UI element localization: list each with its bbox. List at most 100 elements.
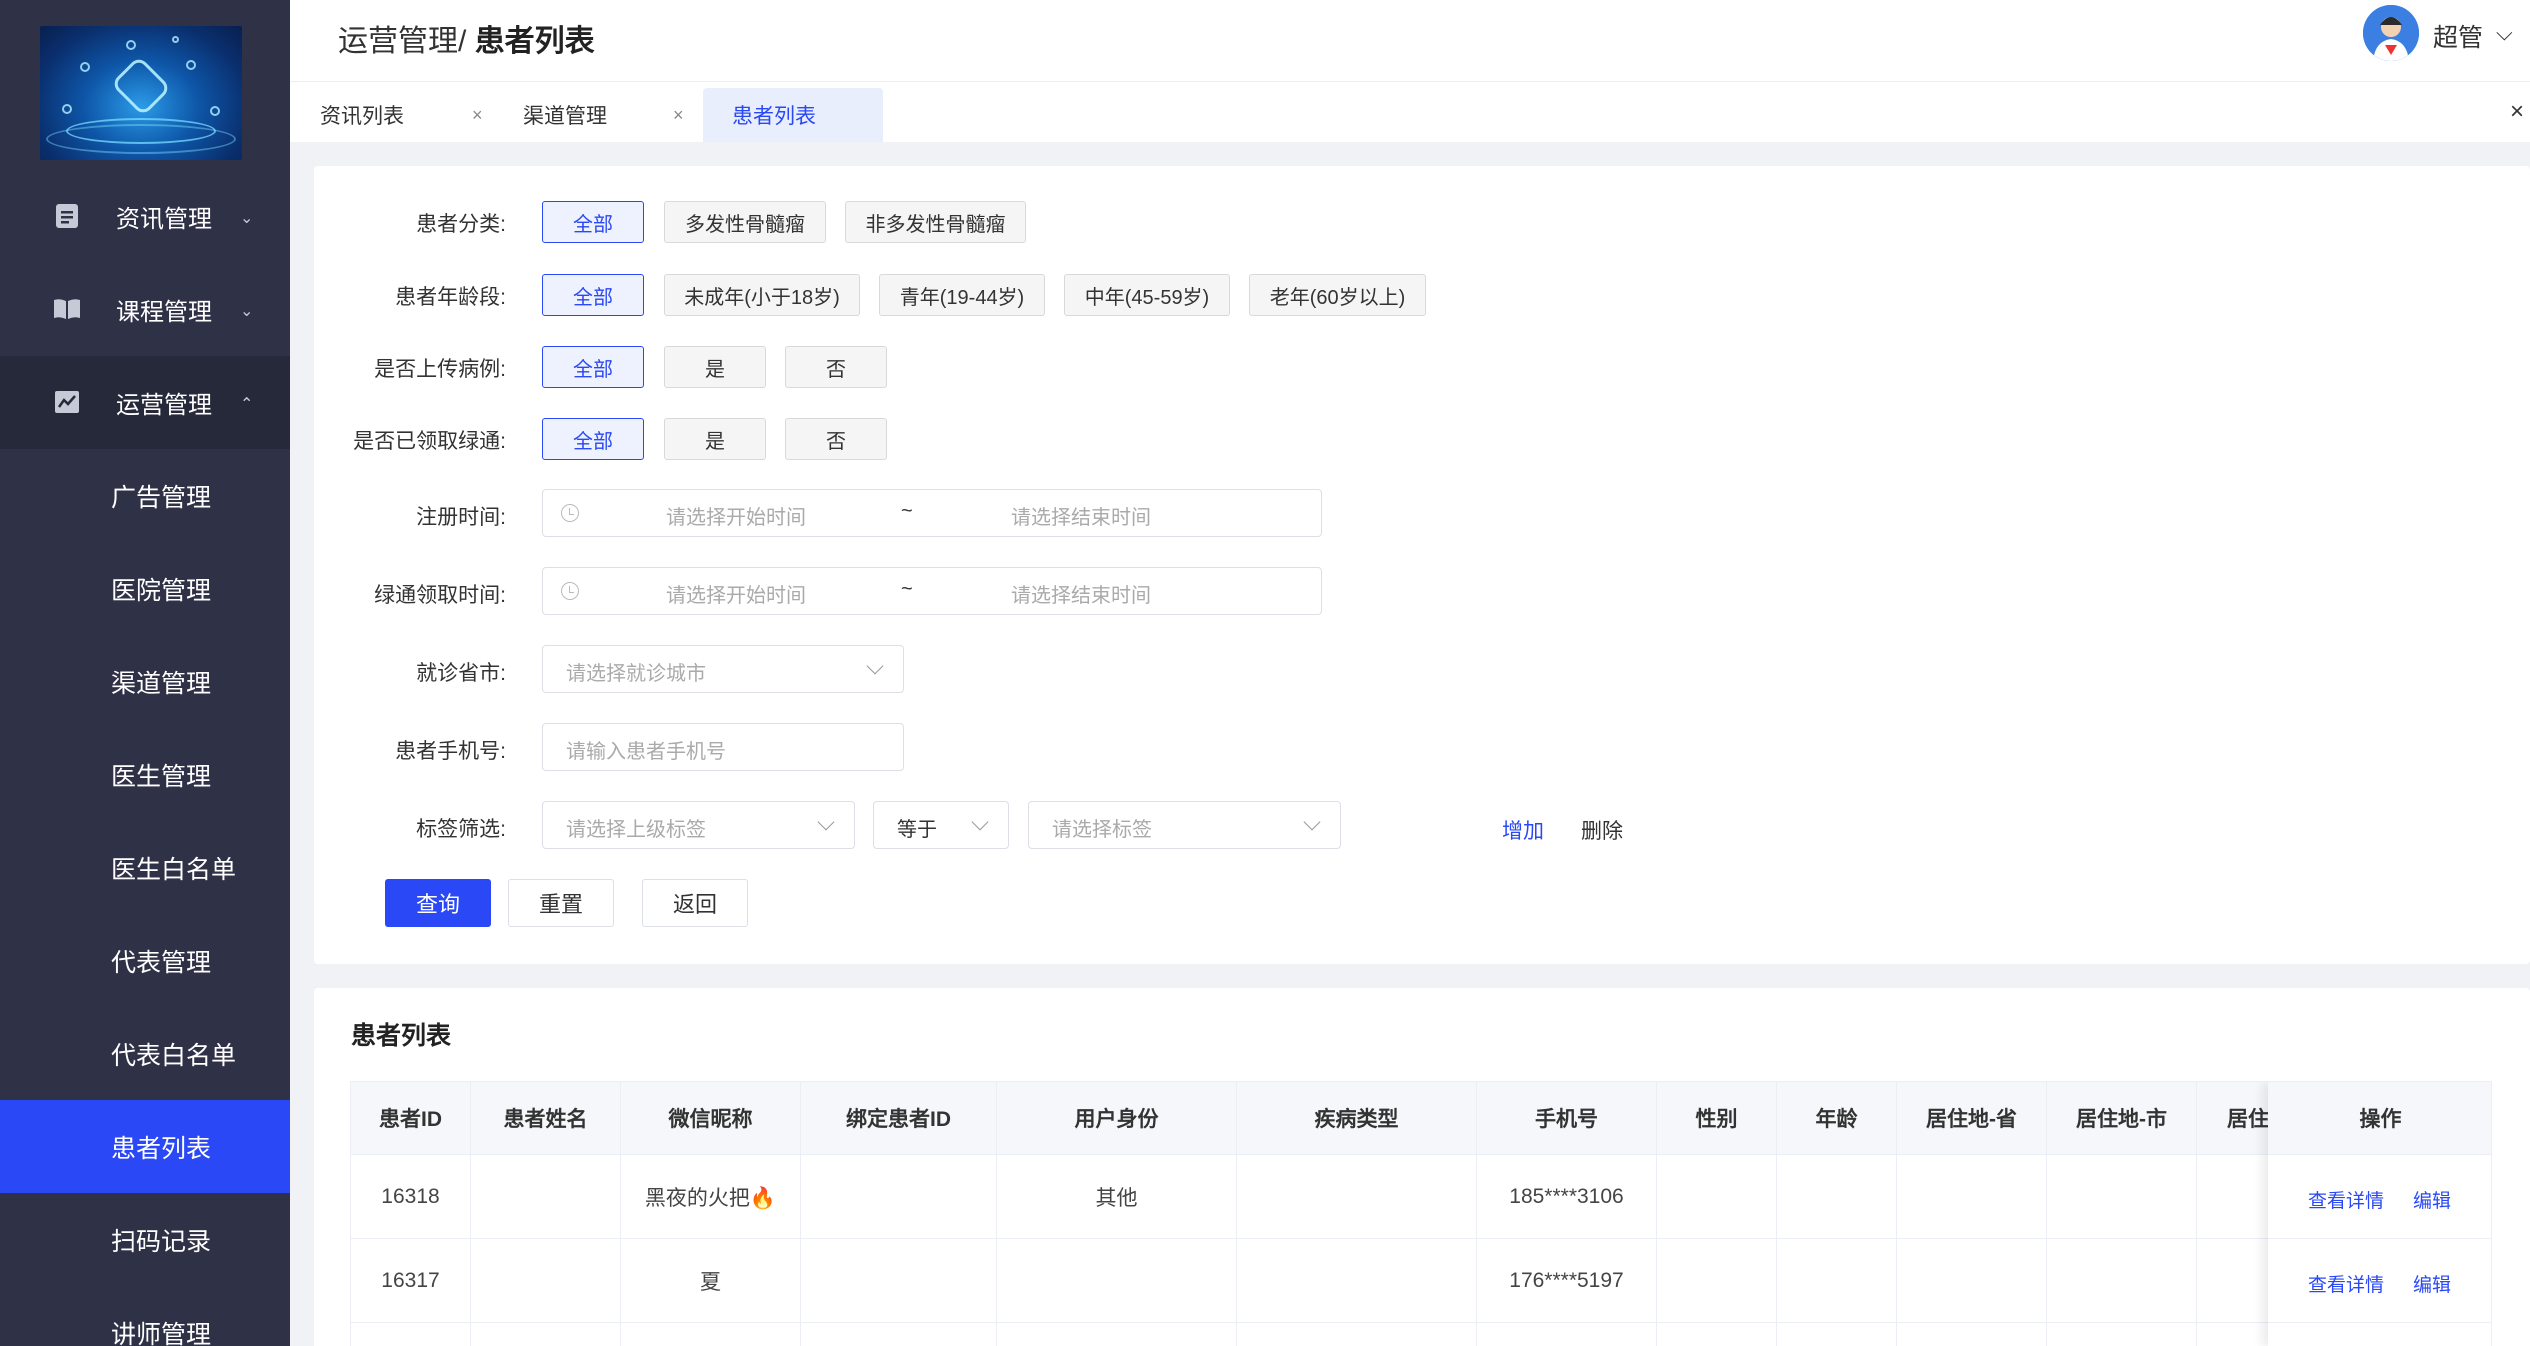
sidebar-item-ads[interactable]: 广告管理 [0, 449, 290, 542]
sidebar-item-hospitals[interactable]: 医院管理 [0, 542, 290, 635]
sidebar-item-lecturers[interactable]: 讲师管理 [0, 1286, 290, 1346]
reset-button[interactable]: 重置 [508, 879, 614, 927]
category-option-non-mm[interactable]: 非多发性骨髓瘤 [845, 201, 1026, 243]
table-cell: 16317 [351, 1239, 471, 1323]
register-time-range-picker[interactable]: 请选择开始时间 ~ 请选择结束时间 [542, 489, 1322, 537]
sidebar-item-channels[interactable]: 渠道管理 [0, 635, 290, 728]
table-cell: 夏 [621, 1239, 801, 1323]
case-upload-option-no[interactable]: 否 [785, 346, 887, 388]
table-cell [1777, 1155, 1897, 1239]
column-header[interactable]: 居住地-市 [2047, 1082, 2197, 1155]
table-cell [801, 1239, 997, 1323]
close-all-tabs-icon[interactable]: × [2510, 98, 2524, 126]
add-tag-link[interactable]: 增加 [1502, 815, 1544, 845]
column-header[interactable]: 患者姓名 [471, 1082, 621, 1155]
age-option-minor[interactable]: 未成年(小于18岁) [664, 274, 860, 316]
column-header[interactable]: 手机号 [1477, 1082, 1657, 1155]
category-option-mm[interactable]: 多发性骨髓瘤 [664, 201, 826, 243]
tag-operator-select[interactable]: 等于 [873, 801, 1009, 849]
case-upload-option-yes[interactable]: 是 [664, 346, 766, 388]
sidebar-item-label: 代表管理 [111, 948, 212, 977]
city-placeholder: 请选择就诊城市 [566, 663, 706, 685]
column-header[interactable]: 性别 [1657, 1082, 1777, 1155]
avatar[interactable] [2363, 5, 2419, 61]
city-select[interactable]: 请选择就诊城市 [542, 645, 904, 693]
table-cell [997, 1323, 1237, 1346]
green-channel-option-yes[interactable]: 是 [664, 418, 766, 460]
age-option-youth[interactable]: 青年(19-44岁) [879, 274, 1045, 316]
category-option-all[interactable]: 全部 [542, 201, 644, 243]
filter-label-phone: 患者手机号: [395, 740, 506, 763]
table-cell [1657, 1323, 1777, 1346]
table-cell [1237, 1239, 1477, 1323]
filter-label-green-channel: 是否已领取绿通: [353, 430, 506, 453]
age-option-senior[interactable]: 老年(60岁以上) [1249, 274, 1426, 316]
view-details-link[interactable]: 查看详情 [2308, 1186, 2384, 1213]
tab-channels[interactable]: 渠道管理 × [523, 88, 703, 142]
age-option-middle[interactable]: 中年(45-59岁) [1064, 274, 1230, 316]
column-header[interactable]: 疾病类型 [1237, 1082, 1477, 1155]
case-upload-option-all[interactable]: 全部 [542, 346, 644, 388]
green-channel-option-no[interactable]: 否 [785, 418, 887, 460]
sidebar-item-scan-records[interactable]: 扫码记录 [0, 1193, 290, 1286]
column-header[interactable]: 微信昵称 [621, 1082, 801, 1155]
sidebar-item-reps[interactable]: 代表管理 [0, 914, 290, 1007]
chevron-down-icon[interactable]: ⌵ [2496, 20, 2513, 46]
sidebar-item-doctor-whitelist[interactable]: 医生白名单 [0, 821, 290, 914]
table-cell: 176****5197 [1477, 1239, 1657, 1323]
close-icon[interactable]: × [472, 105, 483, 126]
app-logo [40, 26, 242, 160]
end-time-placeholder[interactable]: 请选择结束时间 [1011, 501, 1151, 530]
menu-courses[interactable]: 课程管理 ⌄ [0, 263, 290, 356]
column-header[interactable]: 绑定患者ID [801, 1082, 997, 1155]
breadcrumb-parent[interactable]: 运营管理/ [338, 25, 466, 58]
tab-patient-list[interactable]: 患者列表 [703, 88, 883, 142]
edit-link[interactable]: 编辑 [2413, 1270, 2451, 1297]
menu-label: 运营管理 [116, 392, 212, 419]
table-cell [801, 1323, 997, 1346]
phone-placeholder: 请输入患者手机号 [566, 741, 726, 763]
green-time-range-picker[interactable]: 请选择开始时间 ~ 请选择结束时间 [542, 567, 1322, 615]
parent-tag-select[interactable]: 请选择上级标签 [542, 801, 855, 849]
menu-label: 资讯管理 [116, 206, 212, 233]
sidebar-item-label: 扫码记录 [111, 1227, 212, 1256]
close-icon[interactable]: × [673, 105, 684, 126]
user-name[interactable]: 超管 [2433, 18, 2483, 54]
query-button[interactable]: 查询 [385, 879, 491, 927]
column-header[interactable]: 居住地-省 [1897, 1082, 2047, 1155]
table-cell [1897, 1239, 2047, 1323]
filter-label-city: 就诊省市: [416, 662, 506, 685]
tab-label: 渠道管理 [523, 105, 607, 128]
column-header[interactable]: 患者ID [351, 1082, 471, 1155]
chevron-down-icon: ⌄ [240, 210, 254, 227]
table-cell [621, 1323, 801, 1346]
phone-input[interactable]: 请输入患者手机号 [542, 723, 904, 771]
back-button[interactable]: 返回 [642, 879, 748, 927]
sidebar: 资讯管理 ⌄ 课程管理 ⌄ 运营管理 ⌃ 广告管理 医院管理 渠道管理 医生管理… [0, 0, 290, 1346]
view-details-link[interactable]: 查看详情 [2308, 1270, 2384, 1297]
chart-icon [55, 391, 79, 413]
sidebar-item-label: 讲师管理 [111, 1320, 212, 1346]
green-channel-option-all[interactable]: 全部 [542, 418, 644, 460]
table-cell [471, 1155, 621, 1239]
menu-news[interactable]: 资讯管理 ⌄ [0, 170, 290, 263]
age-option-all[interactable]: 全部 [542, 274, 644, 316]
tab-news-list[interactable]: 资讯列表 × [320, 88, 500, 142]
column-header[interactable]: 用户身份 [997, 1082, 1237, 1155]
end-time-placeholder[interactable]: 请选择结束时间 [1011, 579, 1151, 608]
sidebar-item-doctors[interactable]: 医生管理 [0, 728, 290, 821]
tag-select[interactable]: 请选择标签 [1028, 801, 1341, 849]
edit-link[interactable]: 编辑 [2413, 1186, 2451, 1213]
table-cell [471, 1323, 621, 1346]
start-time-placeholder[interactable]: 请选择开始时间 [666, 579, 806, 608]
table-cell [1657, 1155, 1777, 1239]
sidebar-item-rep-whitelist[interactable]: 代表白名单 [0, 1007, 290, 1100]
delete-tag-link[interactable]: 删除 [1581, 815, 1623, 845]
table-cell [2047, 1239, 2197, 1323]
column-header[interactable]: 年龄 [1777, 1082, 1897, 1155]
menu-operations[interactable]: 运营管理 ⌃ [0, 356, 290, 449]
sidebar-item-patients[interactable]: 患者列表 [0, 1100, 290, 1193]
menu-label: 课程管理 [116, 299, 212, 326]
chevron-down-icon [817, 813, 835, 831]
start-time-placeholder[interactable]: 请选择开始时间 [666, 501, 806, 530]
